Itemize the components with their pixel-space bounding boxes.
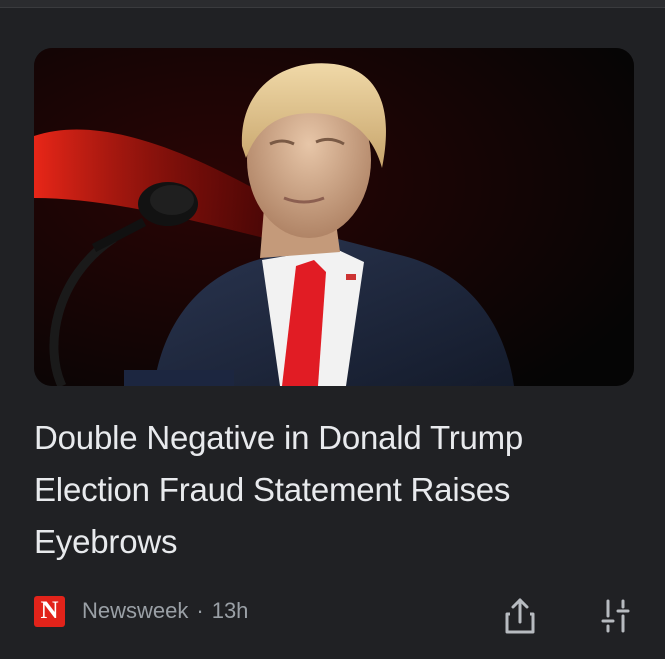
article-image[interactable] [34,48,634,386]
more-options-button[interactable] [599,598,633,634]
article-headline[interactable]: Double Negative in Donald Trump Election… [34,412,634,568]
article-meta: N Newsweek · 13h [34,594,248,628]
share-icon [505,598,535,634]
source-name[interactable]: Newsweek [82,598,188,624]
share-button[interactable] [503,596,537,636]
top-divider [0,0,665,8]
newsweek-logo: N [34,595,65,627]
tune-icon [601,599,630,633]
news-card[interactable]: Double Negative in Donald Trump Election… [0,8,665,659]
publish-time: 13h [211,598,249,623]
meta-separator: · [196,598,204,623]
